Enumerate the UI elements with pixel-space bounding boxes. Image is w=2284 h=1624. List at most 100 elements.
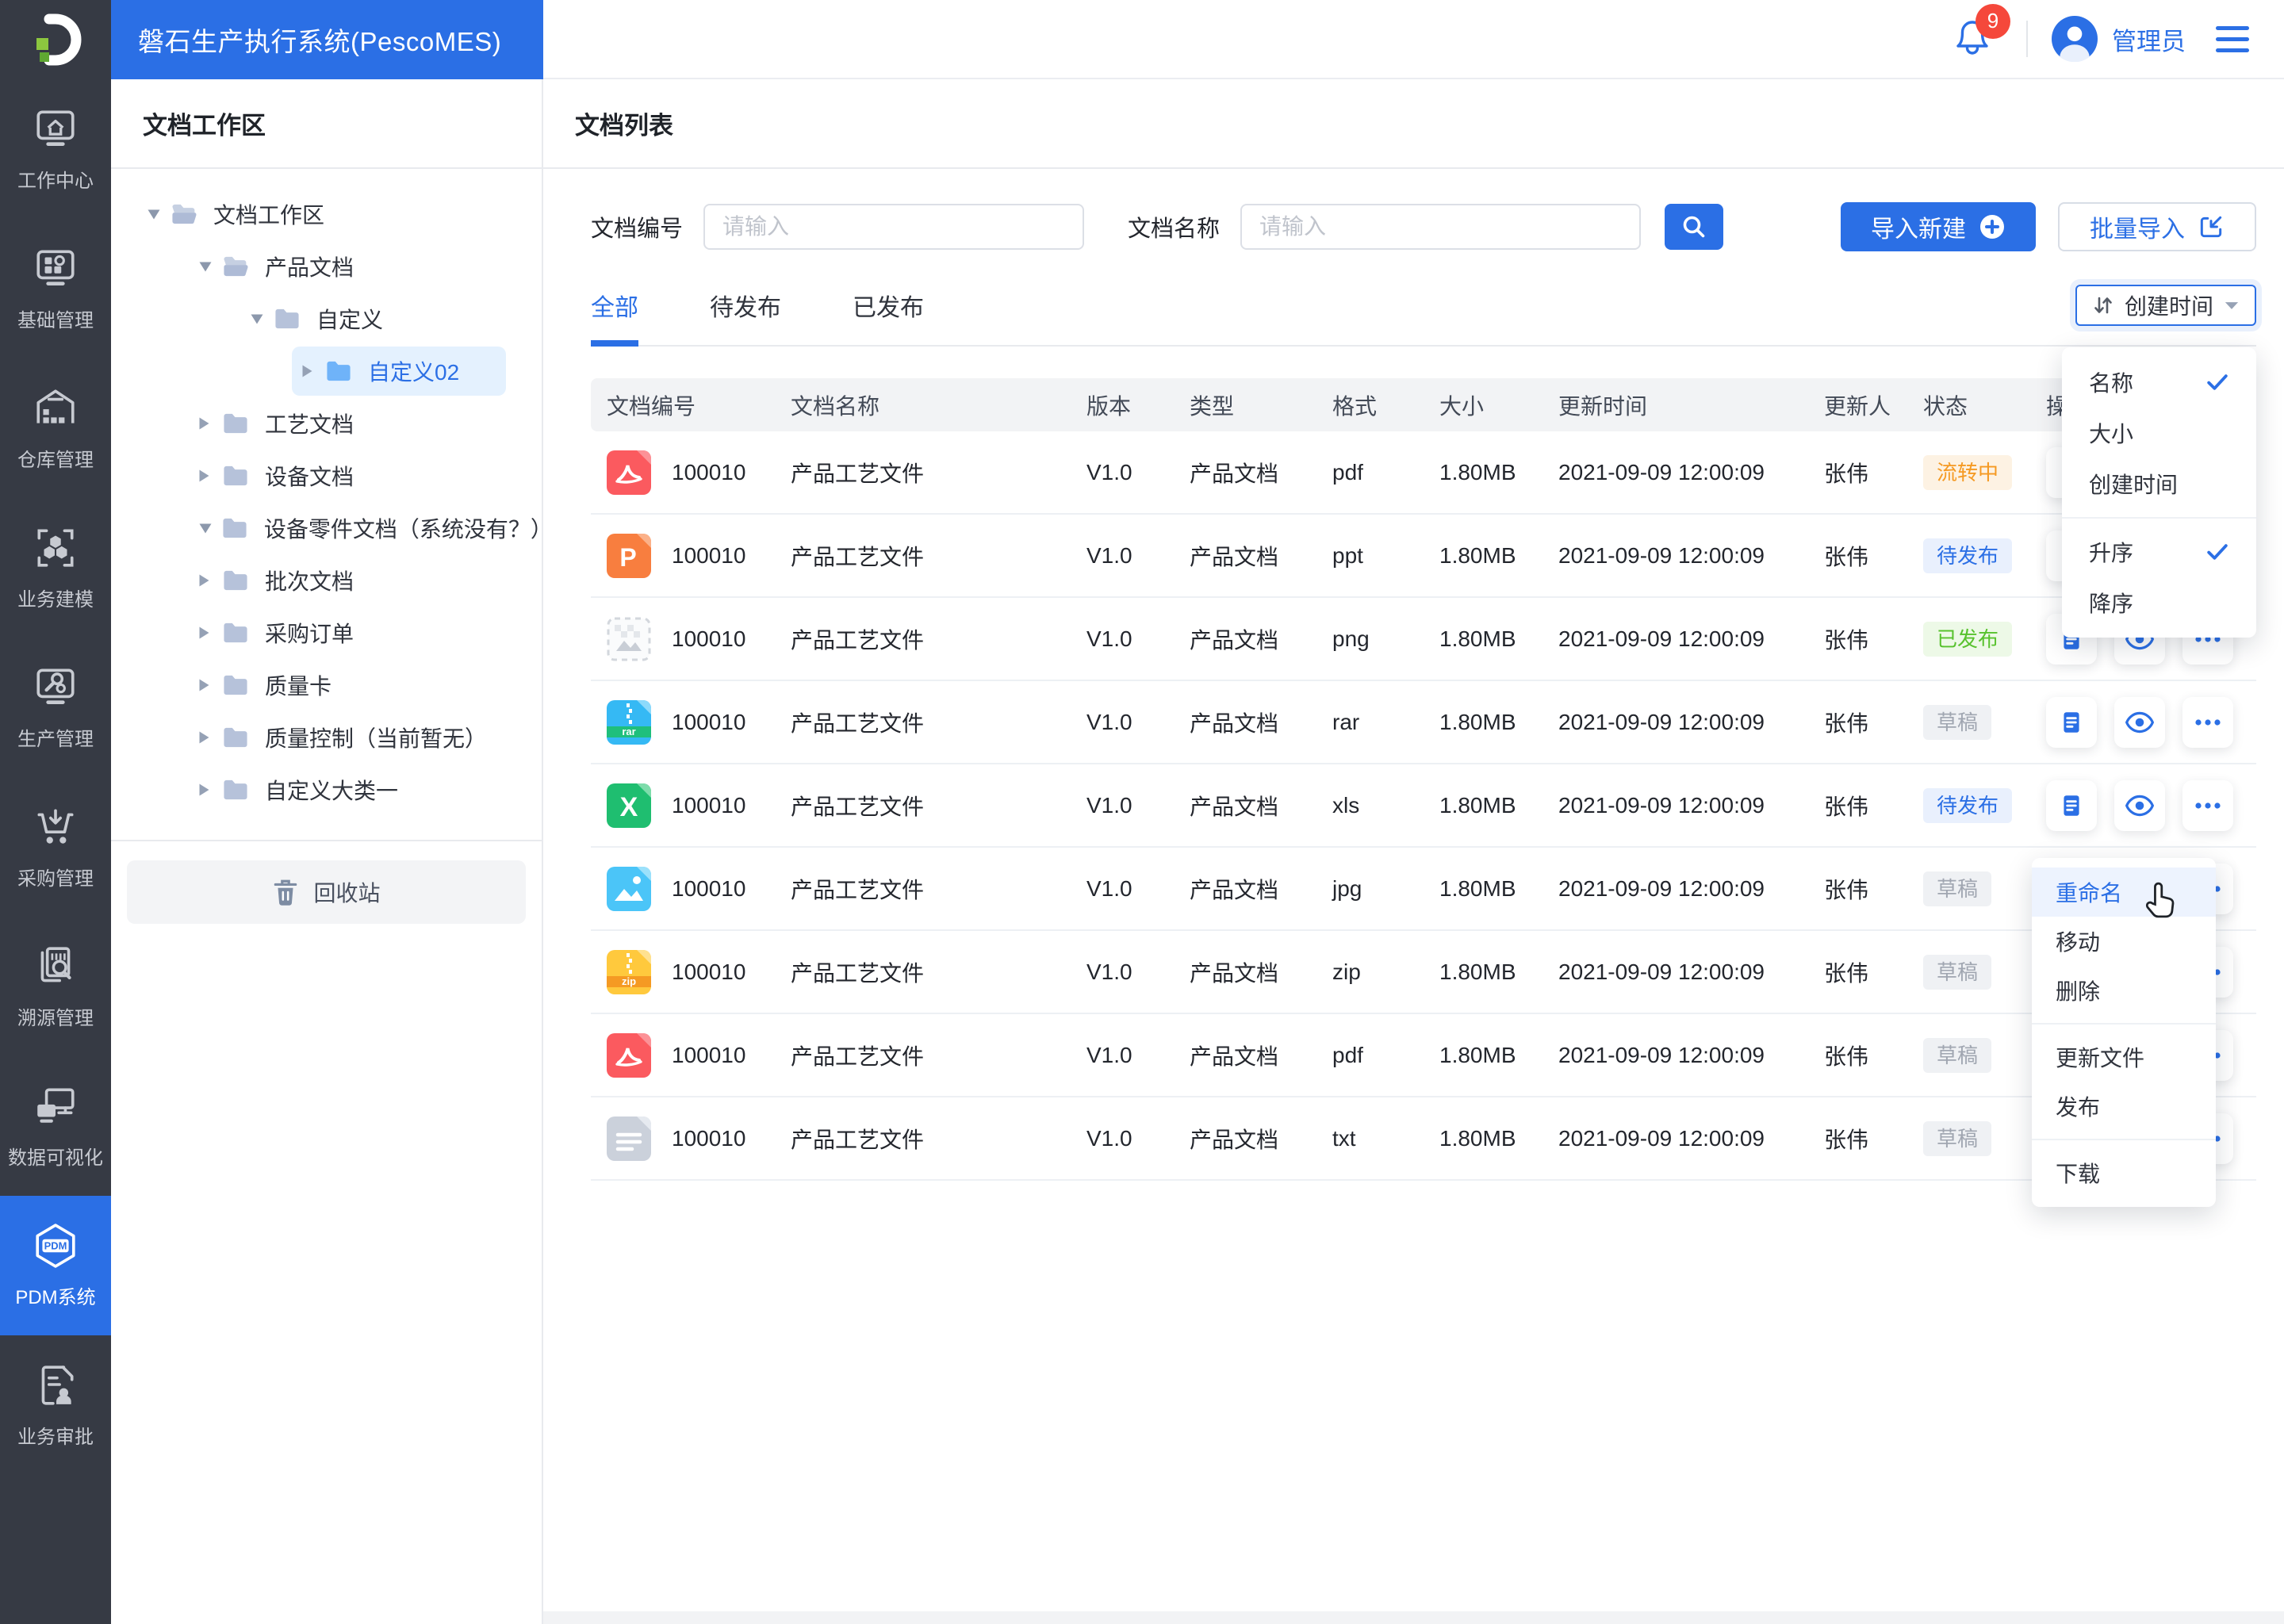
doc-size: 1.80MB <box>1439 792 1516 818</box>
more-button[interactable] <box>2182 779 2233 831</box>
tree-item[interactable]: 自定义02 <box>111 345 542 397</box>
chevron-down-icon[interactable] <box>198 523 221 534</box>
chevron-right-icon[interactable] <box>198 678 222 692</box>
doc-no-input[interactable] <box>703 204 1085 250</box>
recycle-bin-button[interactable]: 回收站 <box>127 860 526 924</box>
context-menu-item[interactable]: 下载 <box>2032 1148 2216 1197</box>
doc-format: pdf <box>1332 1042 1363 1067</box>
tree-item-label: 自定义 <box>316 308 384 332</box>
preview-button[interactable] <box>2114 779 2165 831</box>
table-row: 100010 产品工艺文件 V1.0 产品文档 txt 1.80MB 2021-… <box>591 1097 2256 1181</box>
tree-item[interactable]: 设备文档 <box>111 450 542 502</box>
folder-icon <box>222 778 249 802</box>
app-logo <box>0 0 111 79</box>
doc-updated: 2021-09-09 12:00:09 <box>1558 792 1765 818</box>
trace-search-icon <box>33 944 79 990</box>
rail-item-label: 基础管理 <box>17 309 94 331</box>
doc-name: 产品工艺文件 <box>791 794 925 819</box>
svg-text:zip: zip <box>622 975 636 987</box>
tree-item[interactable]: 设备零件文档（系统没有？） <box>111 502 553 554</box>
tree-item[interactable]: 批次文档 <box>111 554 542 607</box>
app-title: 磐石生产执行系统(PescoMES) <box>111 0 543 79</box>
table-row: 100010 产品工艺文件 V1.0 产品文档 pdf 1.80MB 2021-… <box>591 431 2256 515</box>
table-row: 100010 产品工艺文件 V1.0 产品文档 png 1.80MB 2021-… <box>591 598 2256 681</box>
folder-icon <box>222 621 249 645</box>
sort-select[interactable]: 创建时间 <box>2075 285 2256 326</box>
rail-item-screens[interactable]: 数据可视化 <box>0 1056 111 1196</box>
sort-order-option[interactable]: 升序 <box>2062 527 2256 577</box>
rail-item-warehouse[interactable]: 仓库管理 <box>0 358 111 498</box>
context-menu-item[interactable]: 发布 <box>2032 1082 2216 1131</box>
folder-icon <box>325 359 352 383</box>
sort-field-option[interactable]: 创建时间 <box>2062 458 2256 509</box>
notifications-button[interactable]: 9 <box>1953 3 2010 62</box>
rail-item-cart-download[interactable]: 采购管理 <box>0 777 111 917</box>
menu-button[interactable] <box>2216 25 2249 52</box>
tabs-bar: 全部 待发布 已发布 创建时间 <box>591 285 2256 347</box>
sort-field-option[interactable]: 大小 <box>2062 408 2256 458</box>
chevron-down-icon[interactable] <box>147 209 171 220</box>
rail-item-monitor-grid[interactable]: 基础管理 <box>0 219 111 358</box>
doc-type: 产品文档 <box>1190 627 1279 653</box>
chevron-right-icon[interactable] <box>198 573 222 588</box>
tab-已发布[interactable]: 已发布 <box>853 288 924 345</box>
tree-item[interactable]: 文档工作区 <box>111 188 542 240</box>
tree-item[interactable]: 产品文档 <box>111 240 542 293</box>
tab-全部[interactable]: 全部 <box>591 288 638 347</box>
rail-item-trace-search[interactable]: 溯源管理 <box>0 917 111 1056</box>
tree-item[interactable]: 工艺文档 <box>111 397 542 450</box>
sort-field-option[interactable]: 名称 <box>2062 357 2256 408</box>
import-new-button[interactable]: 导入新建 <box>1841 202 2036 251</box>
folder-icon <box>221 516 248 540</box>
chevron-right-icon[interactable] <box>198 626 222 640</box>
column-header: 版本 <box>1086 393 1132 419</box>
detail-button[interactable] <box>2046 696 2097 748</box>
chevron-right-icon[interactable] <box>198 730 222 745</box>
table-header: 文档编号文档名称版本类型格式大小更新时间更新人状态操作 <box>591 378 2256 431</box>
tree-item[interactable]: 质量卡 <box>111 659 542 711</box>
doc-version: V1.0 <box>1086 959 1132 984</box>
detail-button[interactable] <box>2046 779 2097 831</box>
tree-item[interactable]: 质量控制（当前暂无） <box>111 711 542 764</box>
rail-item-monitor-wrench[interactable]: 生产管理 <box>0 638 111 777</box>
chevron-right-icon[interactable] <box>301 364 325 378</box>
user-menu[interactable]: 管理员 <box>2052 16 2186 62</box>
sort-order-option[interactable]: 降序 <box>2062 577 2256 628</box>
rail-item-label: 生产管理 <box>17 728 94 750</box>
tree-item[interactable]: 自定义 <box>111 293 542 345</box>
import-icon <box>2200 216 2222 238</box>
more-button[interactable] <box>2182 696 2233 748</box>
rail-item-label: 业务审批 <box>17 1426 94 1448</box>
folder-icon <box>222 726 249 749</box>
rail-item-monitor-home[interactable]: 工作中心 <box>0 79 111 219</box>
context-menu-item[interactable]: 重命名 <box>2032 868 2216 917</box>
chevron-right-icon[interactable] <box>198 416 222 431</box>
context-menu-item[interactable]: 移动 <box>2032 917 2216 966</box>
preview-button[interactable] <box>2114 696 2165 748</box>
status-badge: 草稿 <box>1923 1037 1992 1073</box>
tab-待发布[interactable]: 待发布 <box>710 288 781 345</box>
doc-name-input[interactable] <box>1240 204 1642 250</box>
doc-size: 1.80MB <box>1439 1125 1516 1151</box>
doc-name: 产品工艺文件 <box>791 1044 925 1069</box>
horizontal-scrollbar[interactable] <box>543 1611 2284 1624</box>
context-menu-item[interactable]: 删除 <box>2032 966 2216 1015</box>
rail-item-hexagons[interactable]: 业务建模 <box>0 498 111 638</box>
file-icon-ppt: P <box>607 533 651 578</box>
rail-item-pdm-hexagon[interactable]: PDM PDM系统 <box>0 1196 111 1335</box>
chevron-down-icon[interactable] <box>250 313 274 325</box>
tree-item[interactable]: 采购订单 <box>111 607 542 659</box>
doc-version: V1.0 <box>1086 709 1132 734</box>
logo-icon <box>36 13 82 66</box>
context-menu-item[interactable]: 更新文件 <box>2032 1032 2216 1082</box>
chevron-down-icon[interactable] <box>198 261 222 273</box>
tree-item[interactable]: 自定义大类一 <box>111 764 542 816</box>
batch-import-button[interactable]: 批量导入 <box>2058 202 2256 251</box>
search-button[interactable] <box>1665 204 1724 250</box>
chevron-right-icon[interactable] <box>198 783 222 797</box>
rail-item-doc-stamp[interactable]: 业务审批 <box>0 1335 111 1475</box>
doc-format: ppt <box>1332 542 1363 568</box>
sidebar-divider <box>111 840 542 841</box>
chevron-right-icon[interactable] <box>198 469 222 483</box>
file-icon-png <box>607 617 651 661</box>
